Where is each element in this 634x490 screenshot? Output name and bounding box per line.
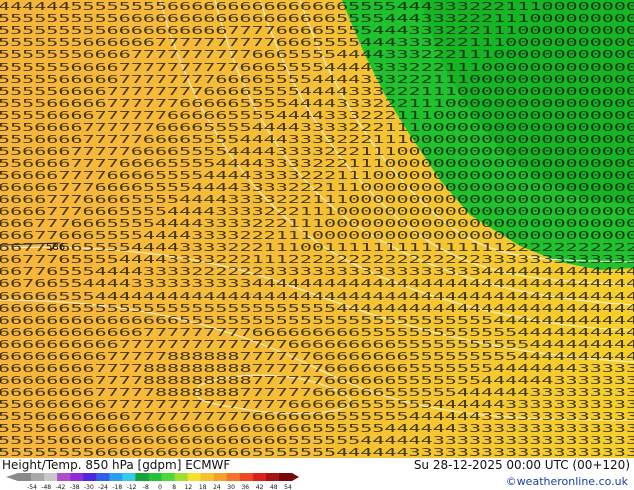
color-swatch (109, 473, 123, 481)
color-swatch (135, 473, 149, 481)
color-swatch (57, 473, 71, 481)
color-scale-tick: -48 (41, 484, 51, 490)
color-scale-tick: 24 (213, 484, 221, 490)
color-swatch (239, 473, 254, 481)
color-swatch (200, 473, 215, 481)
credit-link[interactable]: ©weatheronline.co.uk (506, 475, 628, 488)
color-swatch (213, 473, 228, 481)
marker-label: 586 (46, 242, 65, 253)
color-swatch (187, 473, 202, 481)
color-scale-tick: -8 (143, 484, 149, 490)
color-swatch (174, 473, 189, 481)
color-swatch (148, 473, 162, 481)
map-footer: Height/Temp. 850 hPa [gdpm] ECMWF Su 28-… (0, 458, 634, 490)
color-scale-tick: 18 (199, 484, 207, 490)
color-swatch (161, 473, 175, 481)
color-scale-tick: -42 (55, 484, 65, 490)
color-swatch (96, 473, 110, 481)
color-scale-tick: -54 (27, 484, 37, 490)
color-scale-bar: -54 -48 -42 -38 -30 -24 -18 -12 -8 0 8 12 18 24 30 36 42… (6, 473, 299, 490)
color-swatch (279, 473, 293, 481)
color-swatch (18, 473, 32, 481)
color-swatch (265, 473, 280, 481)
color-scale-tick: 0 (158, 484, 162, 490)
color-scale-tick: 12 (185, 484, 193, 490)
contour-label-row: 5555555566666666666665555555444444333333… (0, 446, 634, 458)
colorbar-right-arrow (292, 473, 299, 481)
map-title: Height/Temp. 850 hPa [gdpm] ECMWF (2, 458, 231, 472)
color-scale-tick: 8 (172, 484, 176, 490)
contour-label-row: 5555555666677777777776665555444433322211… (0, 48, 634, 61)
color-scale-tick: -30 (84, 484, 94, 490)
color-scale-tick: 42 (256, 484, 264, 490)
color-swatch (31, 473, 45, 481)
color-swatch (226, 473, 241, 481)
weather-map: 4444445555555566666666666666655554443332… (0, 0, 634, 458)
color-scale-tick: 30 (227, 484, 235, 490)
contour-label-row: 6676655444433333333334444444444444444444… (0, 277, 634, 290)
color-scale-swatches (6, 473, 299, 481)
color-scale-tick: 54 (284, 484, 292, 490)
color-scale-tick: -18 (112, 484, 122, 490)
color-scale-tick: 48 (270, 484, 278, 490)
color-scale-tick: 36 (241, 484, 249, 490)
color-swatch (252, 473, 267, 481)
color-scale-tick: -24 (98, 484, 108, 490)
color-swatch (122, 473, 136, 481)
color-swatch (70, 473, 84, 481)
color-swatch (44, 473, 58, 481)
contour-value-labels: 4444445555555566666666666666655554443332… (0, 0, 634, 458)
colorbar-left-arrow (6, 473, 18, 481)
color-scale-tick: -38 (70, 484, 80, 490)
color-scale-tick: -12 (127, 484, 137, 490)
color-swatch (83, 473, 97, 481)
run-info: Su 28-12-2025 00:00 UTC (00+120) (413, 458, 630, 472)
color-scale-ticks: -54 -48 -42 -38 -30 -24 -18 -12 -8 0 8 12 18 24 30 36 42… (27, 484, 292, 490)
